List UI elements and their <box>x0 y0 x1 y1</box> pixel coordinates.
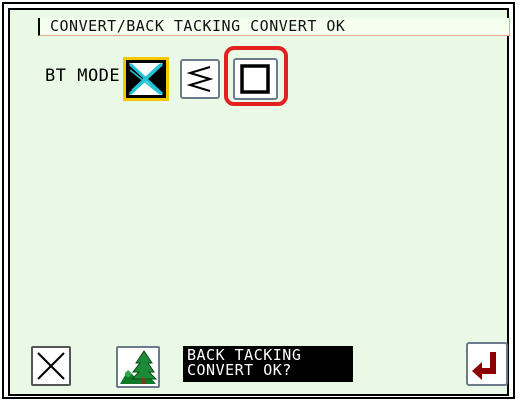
cross-stitch-icon <box>128 62 164 96</box>
square-frame-icon <box>240 64 270 94</box>
cancel-button[interactable] <box>31 346 71 386</box>
tree-landscape-icon <box>120 350 158 384</box>
bt-mode-label: BT MODE <box>45 66 121 86</box>
confirm-prompt: BACK TACKING CONVERT OK? <box>183 346 353 382</box>
title-bar: CONVERT/BACK TACKING CONVERT OK <box>38 18 510 36</box>
page-title: CONVERT/BACK TACKING CONVERT OK <box>50 17 346 35</box>
landscape-button[interactable] <box>116 346 160 388</box>
enter-button[interactable] <box>466 342 508 386</box>
bt-mode-square-button[interactable] <box>233 58 278 100</box>
enter-return-icon <box>472 352 496 380</box>
close-icon <box>37 352 65 380</box>
zigzag-icon <box>186 66 214 92</box>
bt-mode-zigzag-button[interactable] <box>180 59 220 99</box>
prompt-line-2: CONVERT OK? <box>187 361 292 379</box>
bt-mode-cross-button[interactable] <box>123 57 169 101</box>
